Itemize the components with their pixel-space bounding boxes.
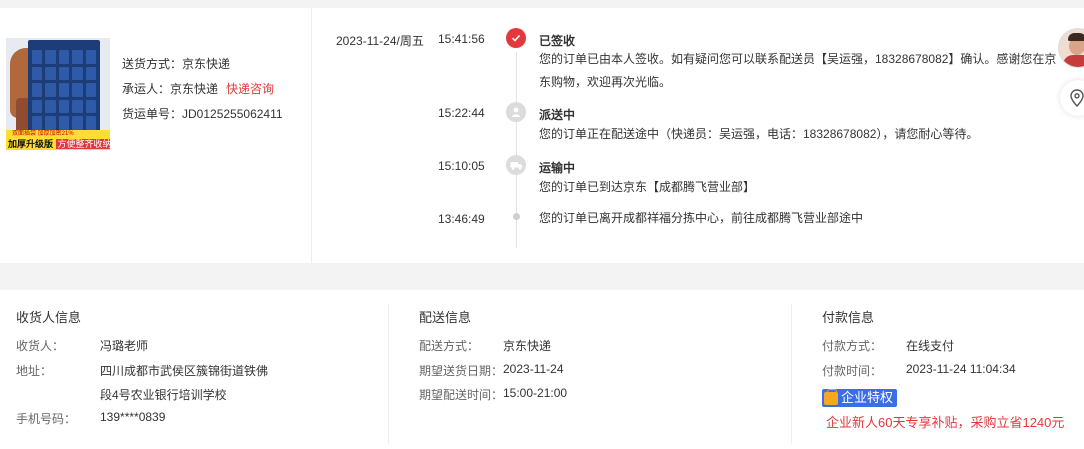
delivery-date: 2023-11-24 [503, 362, 564, 376]
column-divider [791, 304, 792, 444]
timeline-status: 运输中 [539, 161, 576, 175]
product-hanging-organizer [28, 40, 100, 134]
address-line-1: 四川成都市武侯区簇锦街道铁佛 [100, 364, 269, 378]
carrier-consult-link[interactable]: 快递咨询 [226, 82, 274, 96]
column-divider [388, 304, 389, 444]
product-thumbnail[interactable]: 双面插袋 加厚加密21% 加厚升级版 方便整齐收纳 [6, 38, 110, 150]
product-banner-top: 双面插袋 加厚加密21% [6, 130, 110, 138]
address-line-2: 段4号农业银行培训学校 [100, 388, 227, 402]
order-info-card: 收货人信息 收货人： 冯璐老师 地址： 四川成都市武侯区簇锦街道铁佛 段4号农业… [0, 290, 1084, 449]
delivery-time: 15:00-21:00 [503, 386, 568, 400]
timeline-time: 15:10:05 [438, 159, 485, 173]
timeline-description: 您的订单正在配送途中（快递员：吴运强，电话：18328678082），请您耐心等… [539, 127, 979, 141]
delivery-method-label: 配送方式： [419, 339, 480, 353]
delivery-title: 配送信息 [419, 310, 472, 325]
receiver-name-label: 收货人： [16, 339, 65, 353]
product-banner-main: 加厚升级版 [8, 139, 54, 149]
truck-icon [506, 155, 526, 175]
timeline-status: 派送中 [539, 108, 576, 122]
location-pin-icon[interactable] [1060, 80, 1084, 116]
order-tracking-page: 双面插袋 加厚加密21% 加厚升级版 方便整齐收纳 送货方式：京东快递 承运人：… [0, 0, 1084, 449]
timeline-time: 15:22:44 [438, 106, 485, 120]
timeline-dot-icon [513, 213, 520, 220]
logistics-card: 双面插袋 加厚加密21% 加厚升级版 方便整齐收纳 送货方式：京东快递 承运人：… [0, 8, 1084, 263]
enterprise-promo-link[interactable]: 企业新人60天专享补贴，采购立省1240元 [826, 412, 1064, 431]
courier-icon [506, 102, 526, 122]
timeline-time: 15:41:56 [438, 32, 485, 46]
carrier-value: 京东快递 [170, 82, 219, 96]
payment-time: 2023-11-24 11:04:34 [906, 362, 1016, 376]
payment-method: 在线支付 [906, 339, 955, 353]
timeline-time: 13:46:49 [438, 212, 485, 226]
carrier-row: 承运人：京东快递 快递咨询 [122, 77, 283, 102]
shipping-info: 送货方式：京东快递 承运人：京东快递 快递咨询 货运单号：JD0125255062… [122, 52, 283, 127]
address-label: 地址： [16, 364, 53, 378]
tracking-row: 货运单号：JD0125255062411 [122, 102, 283, 127]
timeline-description: 您的订单已到达京东【成都腾飞营业部】 [539, 180, 756, 194]
payment-time-label: 付款时间： [822, 364, 883, 378]
enterprise-privilege-badge[interactable]: 企业特权 [822, 388, 898, 407]
delivery-method: 京东快递 [503, 339, 552, 353]
timeline-status: 已签收 [539, 34, 576, 48]
customer-service-avatar[interactable] [1058, 28, 1084, 68]
payment-method-label: 付款方式： [822, 339, 883, 353]
check-icon [506, 28, 526, 48]
receiver-name: 冯璐老师 [100, 339, 149, 353]
enterprise-badge-label: 企业特权 [841, 390, 894, 405]
delivery-date-label: 期望送货日期： [419, 364, 504, 378]
receiver-title: 收货人信息 [16, 310, 82, 325]
carrier-label: 承运人： [122, 82, 171, 96]
card-divider [311, 8, 312, 263]
briefcase-icon [824, 388, 838, 405]
shipping-method-label: 送货方式： [122, 57, 183, 71]
tracking-label: 货运单号： [122, 107, 183, 121]
timeline-description: 您的订单已离开成都祥福分拣中心，前往成都腾飞营业部途中 [539, 211, 864, 225]
tracking-number: JD0125255062411 [182, 107, 283, 121]
shipping-method-value: 京东快递 [182, 57, 231, 71]
phone-label: 手机号码： [16, 412, 77, 426]
payment-title: 付款信息 [822, 310, 875, 325]
phone-number: 139****0839 [100, 410, 166, 424]
product-banner-highlight: 方便整齐收纳 [55, 139, 110, 149]
shipping-method-row: 送货方式：京东快递 [122, 52, 283, 77]
timeline-date: 2023-11-24/周五 [336, 34, 424, 48]
delivery-time-label: 期望配送时间： [419, 388, 504, 402]
product-banner: 加厚升级版 方便整齐收纳 [6, 138, 110, 150]
timeline-description: 您的订单已由本人签收。如有疑问您可以联系配送员【吴运强，18328678082】… [539, 52, 1057, 89]
